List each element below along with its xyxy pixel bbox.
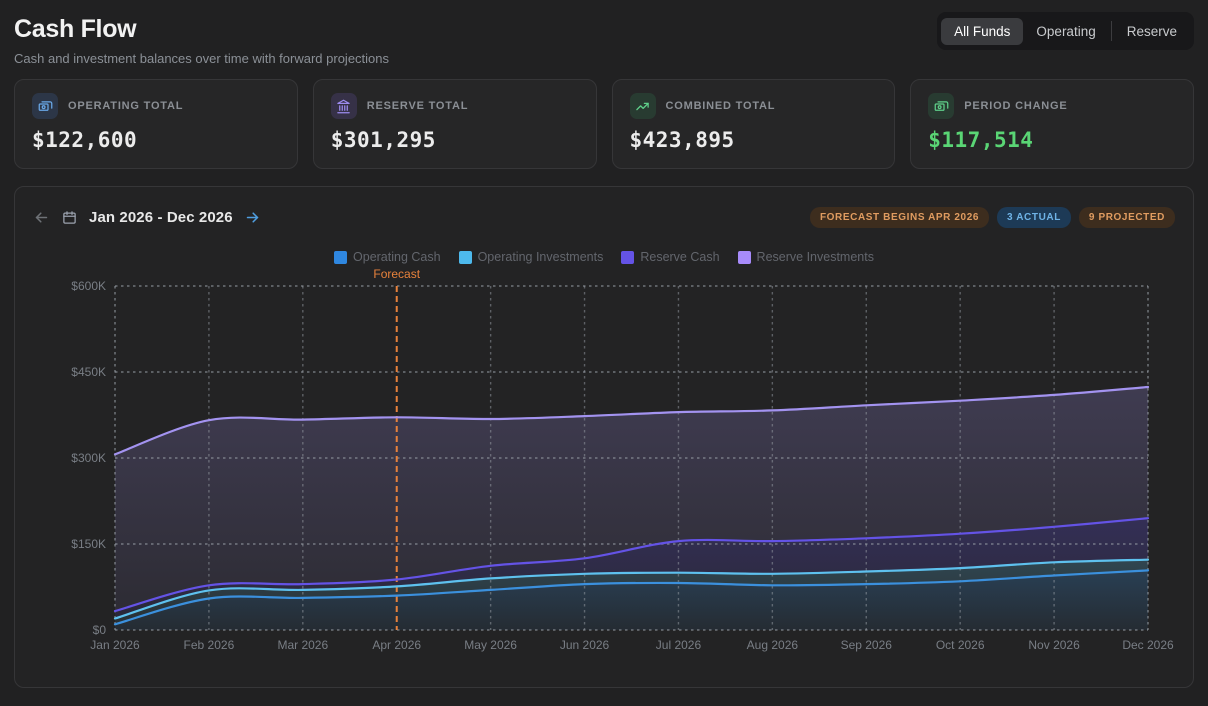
tab-divider (1111, 21, 1112, 41)
stat-value: $423,895 (630, 128, 878, 152)
svg-text:Sep 2026: Sep 2026 (841, 638, 893, 652)
prev-period-arrow-icon[interactable] (33, 209, 51, 227)
stat-card-reserve-total: RESERVE TOTAL $301,295 (313, 79, 597, 169)
projected-count-badge: 9 PROJECTED (1079, 207, 1175, 228)
stat-value: $117,514 (928, 128, 1176, 152)
svg-text:Dec 2026: Dec 2026 (1122, 638, 1174, 652)
fund-tabs: All Funds Operating Reserve (937, 12, 1194, 50)
forecast-begins-badge: FORECAST BEGINS APR 2026 (810, 207, 989, 228)
stat-value: $301,295 (331, 128, 579, 152)
svg-text:Mar 2026: Mar 2026 (277, 638, 328, 652)
svg-text:$450K: $450K (71, 365, 106, 379)
svg-text:Aug 2026: Aug 2026 (747, 638, 799, 652)
chart-panel-header: Jan 2026 - Dec 2026 FORECAST BEGINS APR … (15, 187, 1193, 228)
cash-flow-chart-panel: Jan 2026 - Dec 2026 FORECAST BEGINS APR … (14, 186, 1194, 688)
svg-text:Jan 2026: Jan 2026 (90, 638, 140, 652)
legend-swatch (459, 251, 472, 264)
stat-label: RESERVE TOTAL (367, 100, 468, 112)
trending-up-icon (630, 93, 656, 119)
tab-all-funds[interactable]: All Funds (941, 18, 1023, 45)
svg-text:$0: $0 (93, 623, 107, 637)
date-range-label: Jan 2026 - Dec 2026 (89, 209, 233, 226)
svg-text:Forecast: Forecast (373, 267, 420, 281)
svg-text:Jul 2026: Jul 2026 (656, 638, 702, 652)
legend-swatch (738, 251, 751, 264)
stat-card-combined-total: COMBINED TOTAL $423,895 (612, 79, 896, 169)
legend-swatch (334, 251, 347, 264)
svg-text:Nov 2026: Nov 2026 (1028, 638, 1080, 652)
legend-label: Operating Cash (353, 250, 441, 264)
chart-legend: Operating Cash Operating Investments Res… (15, 250, 1193, 264)
chart-badges: FORECAST BEGINS APR 2026 3 ACTUAL 9 PROJ… (810, 207, 1175, 228)
stat-label: OPERATING TOTAL (68, 100, 183, 112)
calendar-icon[interactable] (62, 210, 78, 226)
stat-card-period-change: PERIOD CHANGE $117,514 (910, 79, 1194, 169)
svg-text:Jun 2026: Jun 2026 (560, 638, 610, 652)
date-navigation: Jan 2026 - Dec 2026 (33, 209, 262, 227)
legend-swatch (621, 251, 634, 264)
tab-operating[interactable]: Operating (1023, 18, 1108, 45)
stacked-area-chart[interactable]: $0 $150K $300K $450K $600K Forecast Jan 2026 Fe… (15, 266, 1191, 654)
stat-label: PERIOD CHANGE (964, 100, 1067, 112)
svg-text:$150K: $150K (71, 537, 106, 551)
svg-text:Oct 2026: Oct 2026 (936, 638, 985, 652)
svg-text:Feb 2026: Feb 2026 (184, 638, 235, 652)
stat-value: $122,600 (32, 128, 280, 152)
legend-item-operating-investments[interactable]: Operating Investments (459, 250, 604, 264)
legend-label: Reserve Investments (757, 250, 874, 264)
svg-text:$300K: $300K (71, 451, 106, 465)
legend-label: Reserve Cash (640, 250, 719, 264)
svg-text:$600K: $600K (71, 279, 106, 293)
actual-count-badge: 3 ACTUAL (997, 207, 1071, 228)
legend-item-reserve-cash[interactable]: Reserve Cash (621, 250, 719, 264)
legend-label: Operating Investments (478, 250, 604, 264)
stats-row: OPERATING TOTAL $122,600 RESERVE TOTAL $… (14, 79, 1194, 169)
svg-text:Apr 2026: Apr 2026 (372, 638, 421, 652)
bank-icon (331, 93, 357, 119)
svg-text:May 2026: May 2026 (464, 638, 517, 652)
stat-card-operating-total: OPERATING TOTAL $122,600 (14, 79, 298, 169)
stat-label: COMBINED TOTAL (666, 100, 776, 112)
legend-item-operating-cash[interactable]: Operating Cash (334, 250, 441, 264)
legend-item-reserve-investments[interactable]: Reserve Investments (738, 250, 874, 264)
banknotes-icon (32, 93, 58, 119)
banknotes-icon (928, 93, 954, 119)
next-period-arrow-icon[interactable] (244, 209, 262, 227)
page-subtitle: Cash and investment balances over time w… (14, 51, 1194, 66)
tab-reserve[interactable]: Reserve (1114, 18, 1190, 45)
